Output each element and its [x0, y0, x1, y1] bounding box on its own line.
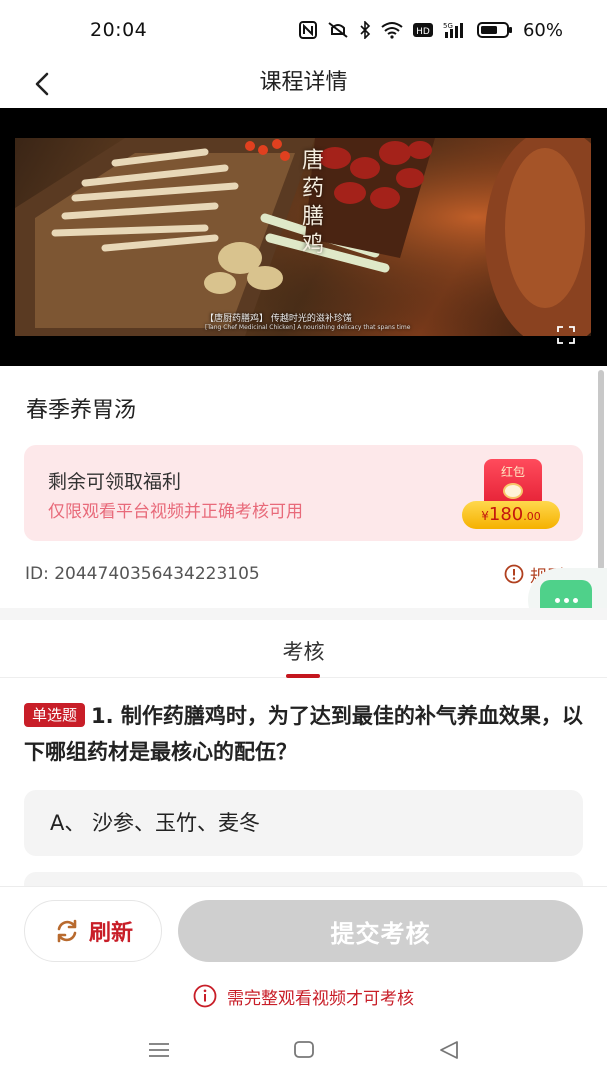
amount-value: 180	[488, 504, 524, 525]
dot-icon	[554, 597, 560, 603]
dot-icon	[572, 597, 578, 603]
option-a[interactable]: A、 沙参、玉竹、麦冬	[24, 790, 583, 856]
svg-text:5G: 5G	[443, 22, 453, 30]
bluetooth-icon	[360, 21, 371, 39]
refresh-label: 刷新	[88, 921, 133, 946]
coin-icon	[503, 483, 523, 499]
reward-title: 剩余可领取福利	[48, 471, 182, 493]
video-title: 唐药膳鸡	[298, 148, 323, 260]
battery-icon	[476, 22, 512, 38]
video-caption: 【唐厨药膳鸡】 传越时光的滋补珍馐 [Tang Chef Medicinal C…	[205, 314, 435, 332]
reward-subtitle: 仅限观看平台视频并正确考核可用	[48, 502, 303, 522]
5g-signal-icon: 5G	[443, 22, 463, 38]
status-icons: HD 5G 60%	[298, 18, 563, 42]
mute-icon	[328, 22, 348, 38]
nfc-icon	[298, 21, 317, 39]
back-icon[interactable]	[438, 1040, 460, 1060]
course-title: 春季养胃汤	[26, 398, 137, 423]
reward-amount: ¥ 180 .00	[462, 501, 560, 529]
page-title: 课程详情	[259, 70, 348, 95]
section-divider	[0, 608, 607, 620]
battery-percent: 60%	[522, 19, 563, 41]
home-icon[interactable]	[293, 1040, 315, 1060]
dot-icon	[563, 597, 569, 603]
hd-icon: HD	[412, 23, 433, 37]
svg-text:HD: HD	[416, 27, 430, 37]
tab-indicator	[286, 674, 320, 678]
video-frame[interactable]: 唐药膳鸡 【唐厨药膳鸡】 传越时光的滋补珍馐 [Tang Chef Medici…	[15, 138, 591, 336]
status-bar: 20:04 HD 5G 60%	[0, 0, 607, 60]
tab-bar: 考核	[0, 620, 607, 678]
question-type-badge: 单选题	[24, 703, 86, 727]
scrollbar-thumb[interactable]	[598, 370, 604, 570]
video-caption-en: [Tang Chef Medicinal Chicken] A nourishi…	[205, 324, 411, 331]
tab-exam[interactable]: 考核	[0, 636, 607, 666]
system-nav-bar	[0, 1026, 607, 1080]
watch-notice: 需完整观看视频才可考核	[0, 983, 607, 1009]
amount-currency: ¥	[481, 509, 489, 523]
video-caption-cn: 【唐厨药膳鸡】 传越时光的滋补珍馐	[205, 314, 352, 324]
question-text: 1. 制作药膳鸡时，为了达到最佳的补气养血效果，以下哪组药材是最核心的配伍？	[24, 704, 583, 764]
course-id: ID: 2044740356434223105	[25, 564, 260, 584]
notice-text: 需完整观看视频才可考核	[227, 988, 414, 1009]
amount-decimal: .00	[523, 510, 541, 523]
status-time: 20:04	[90, 19, 148, 41]
menu-icon[interactable]	[148, 1040, 170, 1060]
fullscreen-icon[interactable]	[556, 325, 576, 345]
video-title-box: 唐药膳鸡	[295, 148, 325, 308]
video-player[interactable]: 唐药膳鸡 【唐厨药膳鸡】 传越时光的滋补珍馐 [Tang Chef Medici…	[0, 108, 607, 366]
refresh-icon	[57, 919, 77, 943]
submit-exam-button[interactable]: 提交考核	[178, 900, 583, 962]
question: 单选题 1. 制作药膳鸡时，为了达到最佳的补气养血效果，以下哪组药材是最核心的配伍…	[24, 698, 584, 770]
info-icon	[193, 984, 217, 1008]
bottom-action-panel: 刷新 提交考核 需完整观看视频才可考核	[0, 886, 607, 1026]
info-icon	[504, 564, 524, 584]
reward-card: 剩余可领取福利 仅限观看平台视频并正确考核可用 红包 ¥ 180 .00	[24, 445, 583, 541]
refresh-button[interactable]: 刷新	[24, 900, 162, 962]
wifi-icon	[381, 22, 403, 39]
nav-bar: 课程详情	[0, 60, 607, 108]
red-packet-label: 红包	[500, 465, 525, 479]
